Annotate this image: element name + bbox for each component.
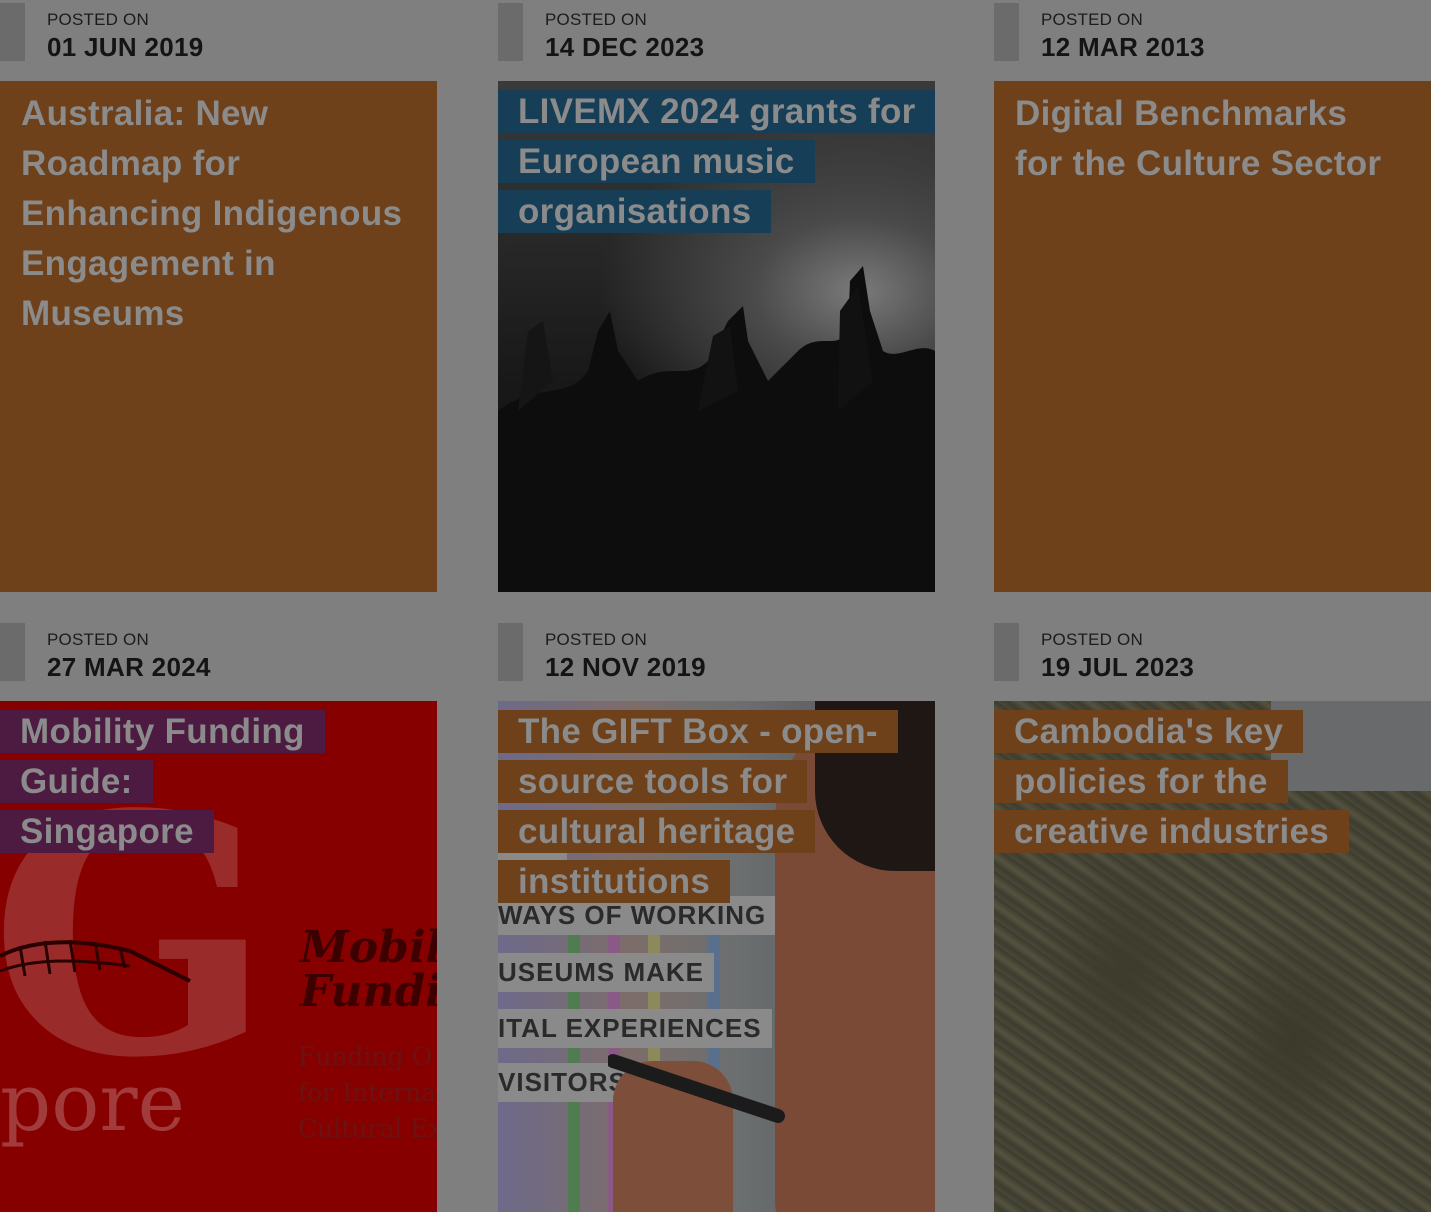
date-marker [994,3,1019,61]
cover-subtitle-line: Funding O [298,1042,433,1071]
post-title-block[interactable]: LIVEMX 2024 grants for European music or… [498,87,935,237]
news-grid: POSTED ON 01 JUN 2019 Australia: New Roa… [0,0,1431,1212]
post-tile[interactable]: Cambodia's key policies for the creative… [994,701,1431,1212]
post-title-block[interactable]: Cambodia's key policies for the creative… [994,707,1404,857]
posted-on-label: POSTED ON [1041,630,1143,649]
posted-on-label: POSTED ON [47,630,149,649]
post-card[interactable]: POSTED ON 14 DEC 2023 LIVEMX 2024 grants… [498,0,935,592]
cover-subtitle: Funding O for Interna Cultural Ex [298,1039,437,1147]
post-tile[interactable]: Digital Benchmarks for the Culture Secto… [994,81,1431,592]
sign-line: ITAL EXPERIENCES [498,1009,772,1048]
post-card[interactable]: POSTED ON 12 NOV 2019 BOX WAYS OF WORKIN… [498,620,935,1212]
post-meta: POSTED ON 01 JUN 2019 [0,0,437,81]
post-date: 14 DEC 2023 [545,32,705,62]
posted-on-label: POSTED ON [545,10,647,29]
posted-on-label: POSTED ON [1041,10,1143,29]
post-date: 12 NOV 2019 [545,652,706,682]
post-title[interactable]: Australia: New Roadmap for Enhancing Ind… [0,87,421,341]
date-marker [994,623,1019,681]
sign-line: USEUMS MAKE [498,953,715,992]
post-card[interactable]: POSTED ON 01 JUN 2019 Australia: New Roa… [0,0,437,592]
post-meta: POSTED ON 19 JUL 2023 [994,620,1431,701]
cover-title: Mobili Fundi [300,926,437,1014]
cover-subtitle-line: for Interna [298,1078,436,1107]
post-meta: POSTED ON 12 MAR 2013 [994,0,1431,81]
posted-on-label: POSTED ON [47,10,149,29]
post-tile[interactable]: Australia: New Roadmap for Enhancing Ind… [0,81,437,592]
post-title[interactable]: LIVEMX 2024 grants for European music or… [498,90,935,233]
post-title[interactable]: The GIFT Box - open-source tools for cul… [498,710,898,903]
post-tile[interactable]: LIVEMX 2024 grants for European music or… [498,81,935,592]
post-date: 27 MAR 2024 [47,652,211,682]
post-date: 01 JUN 2019 [47,32,204,62]
bridge-sketch-icon [0,939,191,983]
date-marker [0,3,25,61]
date-marker [498,3,523,61]
date-marker [498,623,523,681]
cover-subtitle-line: Cultural Ex [298,1114,437,1143]
date-marker [0,623,25,681]
post-title-block[interactable]: The GIFT Box - open-source tools for cul… [498,707,918,907]
posted-on-label: POSTED ON [545,630,647,649]
post-tile[interactable]: BOX WAYS OF WORKING USEUMS MAKE ITAL EXP… [498,701,935,1212]
post-title-block[interactable]: Digital Benchmarks for the Culture Secto… [994,87,1431,191]
post-date: 19 JUL 2023 [1041,652,1195,682]
post-tile[interactable]: G pore Mobili Fundi Funding O for Intern… [0,701,437,1212]
post-card[interactable]: POSTED ON 12 MAR 2013 Digital Benchmarks… [994,0,1431,592]
post-meta: POSTED ON 27 MAR 2024 [0,620,437,701]
cover-title-line: Fundi [300,966,437,1017]
post-title[interactable]: Cambodia's key policies for the creative… [994,710,1350,853]
post-card[interactable]: POSTED ON 19 JUL 2023 Cambodia's key pol… [994,620,1431,1212]
cover-title-line: Mobili [300,922,437,973]
phone-icon [608,1054,785,1123]
cover-word-pore: pore [0,1056,185,1149]
post-title[interactable]: Digital Benchmarks for the Culture Secto… [994,87,1395,191]
post-title[interactable]: Mobility Funding Guide: Singapore [0,710,325,853]
post-meta: POSTED ON 12 NOV 2019 [498,620,935,701]
post-card[interactable]: POSTED ON 27 MAR 2024 G pore Mobili Fund… [0,620,437,1212]
post-date: 12 MAR 2013 [1041,32,1205,62]
post-title-block[interactable]: Mobility Funding Guide: Singapore [0,707,325,857]
post-meta: POSTED ON 14 DEC 2023 [498,0,935,81]
post-title-block[interactable]: Australia: New Roadmap for Enhancing Ind… [0,87,437,341]
